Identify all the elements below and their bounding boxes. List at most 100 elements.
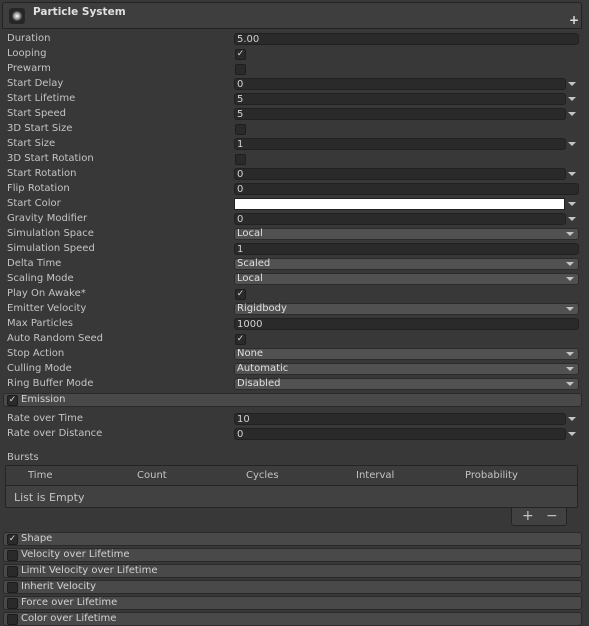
property-row-stop-action: Stop Action None: [7, 347, 579, 362]
curve-mode-dropdown-icon[interactable]: [568, 82, 576, 86]
property-row-ring-buffer-mode: Ring Buffer Mode Disabled: [7, 377, 579, 392]
auto-random-seed-checkbox[interactable]: ✓: [235, 334, 246, 345]
module-force-over-lifetime[interactable]: Force over Lifetime: [3, 596, 582, 610]
property-row-start-color: Start Color: [7, 197, 579, 212]
looping-checkbox[interactable]: ✓: [235, 49, 246, 60]
chevron-down-icon: [566, 367, 574, 371]
property-row-play-on-awake: Play On Awake* ✓: [7, 287, 579, 302]
3d-start-rotation-checkbox[interactable]: [235, 154, 246, 165]
curve-mode-dropdown-icon[interactable]: [568, 217, 576, 221]
chevron-down-icon: [566, 307, 574, 311]
prewarm-checkbox[interactable]: [235, 64, 246, 75]
module-color-over-lifetime[interactable]: Color over Lifetime: [3, 612, 582, 626]
property-row-simulation-space: Simulation Space Local: [7, 227, 579, 242]
remove-burst-button[interactable]: −: [546, 508, 558, 524]
3d-start-size-checkbox[interactable]: [235, 124, 246, 135]
property-label: Start Size: [7, 138, 56, 149]
dropdown-value: Rigidbody: [237, 303, 287, 314]
chevron-down-icon: [566, 232, 574, 236]
module-label: Inherit Velocity: [21, 581, 96, 592]
module-limit-velocity-over-lifetime[interactable]: Limit Velocity over Lifetime: [3, 564, 582, 578]
property-row-emitter-velocity: Emitter Velocity Rigidbody: [7, 302, 579, 317]
property-label: Simulation Space: [7, 228, 94, 239]
bursts-list-header: Time Count Cycles Interval Probability: [6, 466, 577, 486]
property-label: Start Rotation: [7, 168, 77, 179]
property-row-max-particles: Max Particles 1000: [7, 317, 579, 332]
curve-mode-dropdown-icon[interactable]: [568, 97, 576, 101]
simulation-speed-field[interactable]: 1: [234, 243, 579, 255]
property-row-auto-random-seed: Auto Random Seed ✓: [7, 332, 579, 347]
color-mode-dropdown-icon[interactable]: [568, 202, 576, 206]
start-delay-field[interactable]: 0: [234, 78, 566, 90]
module-force-over-lifetime-toggle[interactable]: [7, 598, 18, 609]
module-label: Color over Lifetime: [21, 613, 117, 624]
add-icon[interactable]: +: [569, 14, 579, 26]
particle-system-header[interactable]: Particle System +: [2, 2, 582, 29]
property-row-culling-mode: Culling Mode Automatic: [7, 362, 579, 377]
module-shape-toggle[interactable]: ✓: [7, 534, 18, 545]
play-on-awake-checkbox[interactable]: ✓: [235, 289, 246, 300]
property-row-start-size: Start Size 1: [7, 137, 579, 152]
chevron-down-icon: [566, 262, 574, 266]
rate-over-time-field[interactable]: 10: [234, 413, 566, 425]
module-velocity-over-lifetime[interactable]: Velocity over Lifetime: [3, 548, 582, 562]
module-limit-velocity-over-lifetime-toggle[interactable]: [7, 566, 18, 577]
empty-list-text: List is Empty: [14, 491, 85, 504]
curve-mode-dropdown-icon[interactable]: [568, 112, 576, 116]
property-label: Delta Time: [7, 258, 62, 269]
bursts-list-footer: + −: [511, 508, 567, 526]
start-rotation-field[interactable]: 0: [234, 168, 566, 180]
property-label: Ring Buffer Mode: [7, 378, 94, 389]
module-label: Shape: [21, 533, 53, 544]
module-emission[interactable]: ✓ Emission: [3, 393, 582, 407]
bursts-list[interactable]: Time Count Cycles Interval Probability L…: [5, 465, 578, 508]
simulation-space-dropdown[interactable]: Local: [234, 228, 579, 240]
property-label: 3D Start Rotation: [7, 153, 94, 164]
curve-mode-dropdown-icon[interactable]: [568, 417, 576, 421]
flip-rotation-field[interactable]: 0: [234, 183, 579, 195]
gravity-modifier-field[interactable]: 0: [234, 213, 566, 225]
property-row-start-lifetime: Start Lifetime 5: [7, 92, 579, 107]
module-emission-toggle[interactable]: ✓: [7, 395, 18, 406]
dropdown-value: Local: [237, 228, 263, 239]
property-row-start-speed: Start Speed 5: [7, 107, 579, 122]
property-label: Looping: [7, 48, 47, 59]
property-row-duration: Duration 5.00: [7, 32, 579, 47]
curve-mode-dropdown-icon[interactable]: [568, 142, 576, 146]
curve-mode-dropdown-icon[interactable]: [568, 432, 576, 436]
dropdown-value: None: [237, 348, 264, 359]
module-inherit-velocity[interactable]: Inherit Velocity: [3, 580, 582, 594]
property-label: Simulation Speed: [7, 243, 95, 254]
add-burst-button[interactable]: +: [522, 508, 534, 524]
start-size-field[interactable]: 1: [234, 138, 566, 150]
chevron-down-icon: [566, 382, 574, 386]
delta-time-dropdown[interactable]: Scaled: [234, 258, 579, 270]
ring-buffer-mode-dropdown[interactable]: Disabled: [234, 378, 579, 390]
module-label: Limit Velocity over Lifetime: [21, 565, 158, 576]
property-label: Rate over Distance: [7, 428, 103, 439]
module-inherit-velocity-toggle[interactable]: [7, 582, 18, 593]
chevron-down-icon: [566, 277, 574, 281]
module-shape[interactable]: ✓ Shape: [3, 532, 582, 546]
duration-field[interactable]: 5.00: [234, 33, 579, 45]
module-velocity-over-lifetime-toggle[interactable]: [7, 550, 18, 561]
module-color-over-lifetime-toggle[interactable]: [7, 614, 18, 625]
property-label: Prewarm: [7, 63, 51, 74]
dropdown-value: Automatic: [237, 363, 289, 374]
start-speed-field[interactable]: 5: [234, 108, 566, 120]
scaling-mode-dropdown[interactable]: Local: [234, 273, 579, 285]
rate-over-distance-field[interactable]: 0: [234, 428, 566, 440]
property-row-rate-over-distance: Rate over Distance 0: [7, 427, 579, 442]
culling-mode-dropdown[interactable]: Automatic: [234, 363, 579, 375]
max-particles-field[interactable]: 1000: [234, 318, 579, 330]
emitter-velocity-dropdown[interactable]: Rigidbody: [234, 303, 579, 315]
module-label: Emission: [21, 394, 66, 405]
property-label: Start Color: [7, 198, 61, 209]
dropdown-value: Local: [237, 273, 263, 284]
property-label: 3D Start Size: [7, 123, 73, 134]
curve-mode-dropdown-icon[interactable]: [568, 172, 576, 176]
start-lifetime-field[interactable]: 5: [234, 93, 566, 105]
start-color-swatch[interactable]: [234, 198, 565, 210]
stop-action-dropdown[interactable]: None: [234, 348, 579, 360]
property-row-gravity-modifier: Gravity Modifier 0: [7, 212, 579, 227]
